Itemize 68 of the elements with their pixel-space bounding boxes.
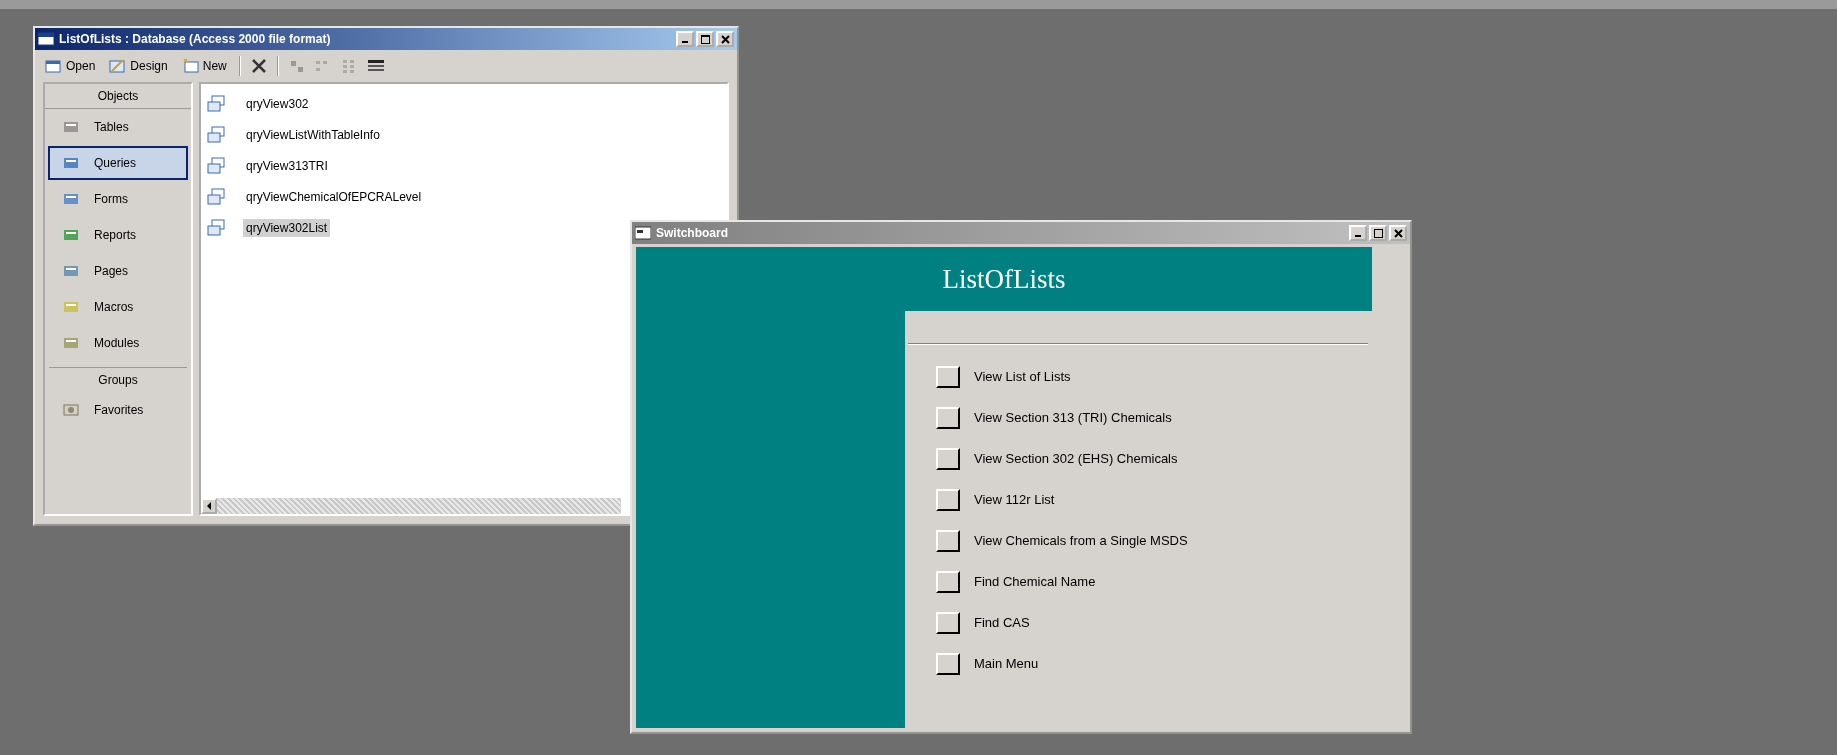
- query-icon: [207, 218, 225, 237]
- objects-header[interactable]: Objects: [45, 84, 191, 109]
- object-type-icon: [62, 155, 80, 171]
- query-icon: [207, 187, 225, 206]
- object-type-icon: [62, 263, 80, 279]
- pencil-icon: [109, 58, 128, 74]
- menu-button[interactable]: [936, 447, 960, 470]
- menu-label: View 112r List: [974, 492, 1055, 507]
- menu-button[interactable]: [936, 652, 960, 675]
- horizontal-scrollbar[interactable]: [201, 498, 621, 514]
- switchboard-heading: ListOfLists: [942, 263, 1066, 295]
- maximize-button[interactable]: [1369, 225, 1387, 241]
- delete-icon[interactable]: [250, 58, 267, 74]
- object-type-item[interactable]: Tables: [48, 110, 188, 144]
- toolbar-button[interactable]: Design: [107, 56, 170, 76]
- menu-label: View List of Lists: [974, 369, 1071, 384]
- menu-button[interactable]: [936, 365, 960, 388]
- close-button[interactable]: [716, 31, 734, 47]
- menu-button[interactable]: [936, 611, 960, 634]
- menu-button[interactable]: [936, 406, 960, 429]
- details-view-icon[interactable]: [366, 58, 385, 74]
- query-item[interactable]: qryView302: [243, 94, 312, 113]
- object-type-icon: [62, 191, 80, 207]
- object-type-item[interactable]: Forms: [48, 182, 188, 216]
- toolbar-button[interactable]: New: [179, 56, 229, 76]
- minimize-button[interactable]: [676, 31, 694, 47]
- menu-button[interactable]: [936, 570, 960, 593]
- close-icon: [1393, 228, 1403, 238]
- menu-label: View Chemicals from a Single MSDS: [974, 533, 1188, 548]
- menu-label: View Section 313 (TRI) Chemicals: [974, 410, 1172, 425]
- object-type-icon: [62, 299, 80, 315]
- form-icon: [635, 226, 651, 240]
- left-arrow-icon: [206, 502, 212, 510]
- maximize-icon: [1373, 228, 1383, 238]
- maximize-icon: [700, 34, 710, 44]
- query-item[interactable]: qryView313TRI: [243, 156, 331, 175]
- query-icon: [207, 156, 225, 175]
- menu-label: Find CAS: [974, 615, 1030, 630]
- close-icon: [720, 34, 730, 44]
- object-type-item[interactable]: Macros: [48, 290, 188, 324]
- groups-header[interactable]: Groups: [45, 368, 191, 392]
- window-icon: [45, 58, 63, 74]
- menu-button[interactable]: [936, 488, 960, 511]
- toolbar-button[interactable]: Open: [43, 56, 98, 76]
- group-item[interactable]: Favorites: [48, 393, 188, 427]
- query-item[interactable]: qryViewListWithTableInfo: [243, 125, 383, 144]
- menu-label: Main Menu: [974, 656, 1039, 671]
- query-item[interactable]: qryView302List: [243, 218, 331, 237]
- query-item[interactable]: qryViewChemicalOfEPCRALevel: [243, 187, 425, 206]
- favorites-icon: [62, 402, 80, 418]
- object-type-item[interactable]: Pages: [48, 254, 188, 288]
- window-title: Switchboard: [656, 226, 728, 240]
- menu-button[interactable]: [936, 529, 960, 552]
- new-window-icon: [181, 58, 200, 74]
- object-type-icon: [62, 335, 80, 351]
- maximize-button[interactable]: [696, 31, 714, 47]
- menu-label: View Section 302 (EHS) Chemicals: [974, 451, 1178, 466]
- query-icon: [207, 94, 225, 113]
- menu-label: Find Chemical Name: [974, 574, 1096, 589]
- object-type-icon: [62, 227, 80, 243]
- query-icon: [207, 125, 225, 144]
- window-title: ListOfLists : Database (Access 2000 file format): [59, 32, 331, 46]
- object-type-item[interactable]: Modules: [48, 326, 188, 360]
- close-button[interactable]: [1389, 225, 1407, 241]
- object-type-icon: [62, 119, 80, 135]
- object-type-item[interactable]: Reports: [48, 218, 188, 252]
- object-type-item[interactable]: Queries: [48, 146, 188, 180]
- minimize-button[interactable]: [1349, 225, 1367, 241]
